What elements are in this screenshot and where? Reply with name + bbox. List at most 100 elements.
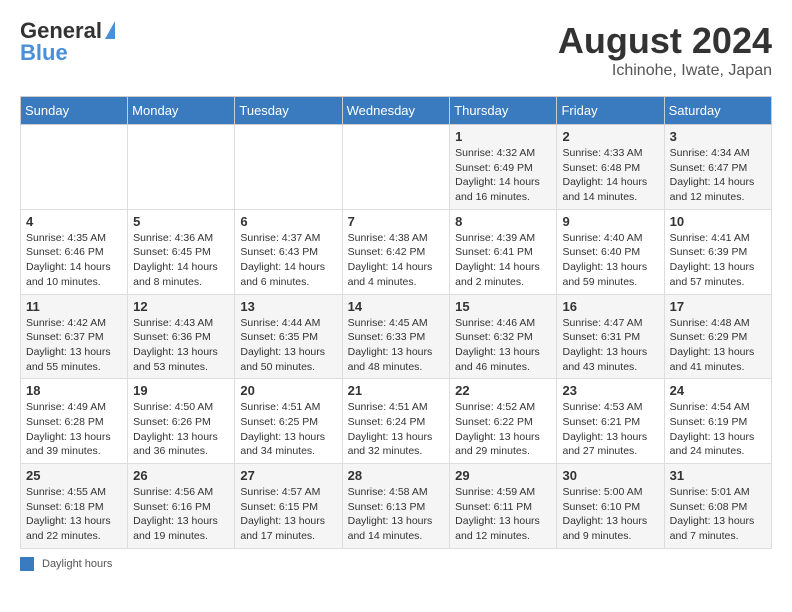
calendar-cell: 22 Sunrise: 4:52 AMSunset: 6:22 PMDayligh…	[450, 379, 557, 464]
logo: General Blue	[20, 20, 115, 66]
day-number: 22	[455, 383, 551, 398]
day-info: Sunrise: 4:59 AMSunset: 6:11 PMDaylight:…	[455, 485, 551, 544]
calendar-cell: 26 Sunrise: 4:56 AMSunset: 6:16 PMDayligh…	[128, 464, 235, 549]
day-info: Sunrise: 4:44 AMSunset: 6:35 PMDaylight:…	[240, 316, 336, 375]
calendar-cell: 2 Sunrise: 4:33 AMSunset: 6:48 PMDaylight…	[557, 125, 664, 210]
calendar-cell: 19Sunrise: 4:50 AMSunset: 6:26 PMDayligh…	[128, 379, 235, 464]
calendar-week-2: 4 Sunrise: 4:35 AMSunset: 6:46 PMDaylight…	[21, 209, 772, 294]
day-number: 24	[670, 383, 766, 398]
day-number: 3	[670, 129, 766, 144]
day-number: 23	[562, 383, 658, 398]
day-number: 4	[26, 214, 122, 229]
day-number: 27	[240, 468, 336, 483]
calendar-cell: 11Sunrise: 4:42 AMSunset: 6:37 PMDayligh…	[21, 294, 128, 379]
day-number: 12	[133, 299, 229, 314]
day-info: Sunrise: 4:45 AMSunset: 6:33 PMDaylight:…	[348, 316, 445, 375]
day-info: Sunrise: 4:35 AMSunset: 6:46 PMDaylight:…	[26, 231, 122, 290]
calendar-cell: 20 Sunrise: 4:51 AMSunset: 6:25 PMDayligh…	[235, 379, 342, 464]
day-info: Sunrise: 4:41 AMSunset: 6:39 PMDaylight:…	[670, 231, 766, 290]
calendar-cell: 15 Sunrise: 4:46 AMSunset: 6:32 PMDayligh…	[450, 294, 557, 379]
day-info: Sunrise: 4:56 AMSunset: 6:16 PMDaylight:…	[133, 485, 229, 544]
calendar-cell: 23Sunrise: 4:53 AMSunset: 6:21 PMDayligh…	[557, 379, 664, 464]
calendar-week-1: 1 Sunrise: 4:32 AMSunset: 6:49 PMDaylight…	[21, 125, 772, 210]
day-number: 28	[348, 468, 445, 483]
calendar-cell: 4 Sunrise: 4:35 AMSunset: 6:46 PMDaylight…	[21, 209, 128, 294]
calendar-cell	[342, 125, 450, 210]
weekday-header-tuesday: Tuesday	[235, 97, 342, 125]
logo-blue-text: Blue	[20, 40, 68, 66]
day-info: Sunrise: 4:52 AMSunset: 6:22 PMDaylight:…	[455, 400, 551, 459]
calendar-cell: 14 Sunrise: 4:45 AMSunset: 6:33 PMDayligh…	[342, 294, 450, 379]
weekday-header-wednesday: Wednesday	[342, 97, 450, 125]
weekday-header-saturday: Saturday	[664, 97, 771, 125]
weekday-header-thursday: Thursday	[450, 97, 557, 125]
logo-general-text: General	[20, 20, 102, 42]
calendar-cell: 5Sunrise: 4:36 AMSunset: 6:45 PMDaylight…	[128, 209, 235, 294]
day-info: Sunrise: 4:37 AMSunset: 6:43 PMDaylight:…	[240, 231, 336, 290]
day-info: Sunrise: 5:00 AMSunset: 6:10 PMDaylight:…	[562, 485, 658, 544]
calendar-cell: 27 Sunrise: 4:57 AMSunset: 6:15 PMDayligh…	[235, 464, 342, 549]
day-info: Sunrise: 4:51 AMSunset: 6:25 PMDaylight:…	[240, 400, 336, 459]
day-number: 15	[455, 299, 551, 314]
weekday-header-friday: Friday	[557, 97, 664, 125]
day-info: Sunrise: 4:48 AMSunset: 6:29 PMDaylight:…	[670, 316, 766, 375]
calendar-cell	[235, 125, 342, 210]
calendar-week-3: 11Sunrise: 4:42 AMSunset: 6:37 PMDayligh…	[21, 294, 772, 379]
day-number: 9	[562, 214, 658, 229]
day-info: Sunrise: 4:58 AMSunset: 6:13 PMDaylight:…	[348, 485, 445, 544]
day-number: 30	[562, 468, 658, 483]
day-info: Sunrise: 4:51 AMSunset: 6:24 PMDaylight:…	[348, 400, 445, 459]
day-info: Sunrise: 4:49 AMSunset: 6:28 PMDaylight:…	[26, 400, 122, 459]
day-number: 11	[26, 299, 122, 314]
day-info: Sunrise: 4:57 AMSunset: 6:15 PMDaylight:…	[240, 485, 336, 544]
calendar-cell: 8Sunrise: 4:39 AMSunset: 6:41 PMDaylight…	[450, 209, 557, 294]
day-number: 1	[455, 129, 551, 144]
day-info: Sunrise: 4:55 AMSunset: 6:18 PMDaylight:…	[26, 485, 122, 544]
page-subtitle: Ichinohe, Iwate, Japan	[558, 62, 772, 80]
day-number: 2	[562, 129, 658, 144]
day-number: 14	[348, 299, 445, 314]
day-info: Sunrise: 4:50 AMSunset: 6:26 PMDaylight:…	[133, 400, 229, 459]
calendar-cell: 25 Sunrise: 4:55 AMSunset: 6:18 PMDayligh…	[21, 464, 128, 549]
day-info: Sunrise: 4:40 AMSunset: 6:40 PMDaylight:…	[562, 231, 658, 290]
day-number: 18	[26, 383, 122, 398]
day-info: Sunrise: 4:33 AMSunset: 6:48 PMDaylight:…	[562, 146, 658, 205]
calendar-cell: 18 Sunrise: 4:49 AMSunset: 6:28 PMDayligh…	[21, 379, 128, 464]
calendar-cell: 1 Sunrise: 4:32 AMSunset: 6:49 PMDaylight…	[450, 125, 557, 210]
day-number: 25	[26, 468, 122, 483]
weekday-header-sunday: Sunday	[21, 97, 128, 125]
day-info: Sunrise: 4:43 AMSunset: 6:36 PMDaylight:…	[133, 316, 229, 375]
day-number: 5	[133, 214, 229, 229]
day-info: Sunrise: 4:46 AMSunset: 6:32 PMDaylight:…	[455, 316, 551, 375]
calendar-cell: 16Sunrise: 4:47 AMSunset: 6:31 PMDayligh…	[557, 294, 664, 379]
calendar-cell: 29Sunrise: 4:59 AMSunset: 6:11 PMDayligh…	[450, 464, 557, 549]
day-info: Sunrise: 4:54 AMSunset: 6:19 PMDaylight:…	[670, 400, 766, 459]
day-info: Sunrise: 4:32 AMSunset: 6:49 PMDaylight:…	[455, 146, 551, 205]
day-number: 26	[133, 468, 229, 483]
day-info: Sunrise: 4:39 AMSunset: 6:41 PMDaylight:…	[455, 231, 551, 290]
title-section: August 2024 Ichinohe, Iwate, Japan	[558, 20, 772, 80]
calendar-cell: 6 Sunrise: 4:37 AMSunset: 6:43 PMDaylight…	[235, 209, 342, 294]
day-number: 6	[240, 214, 336, 229]
weekday-header-monday: Monday	[128, 97, 235, 125]
calendar-cell: 12 Sunrise: 4:43 AMSunset: 6:36 PMDayligh…	[128, 294, 235, 379]
calendar-table: SundayMondayTuesdayWednesdayThursdayFrid…	[20, 96, 772, 549]
calendar-cell: 3 Sunrise: 4:34 AMSunset: 6:47 PMDaylight…	[664, 125, 771, 210]
calendar-cell: 9 Sunrise: 4:40 AMSunset: 6:40 PMDaylight…	[557, 209, 664, 294]
footer: Daylight hours	[20, 557, 772, 571]
day-info: Sunrise: 4:34 AMSunset: 6:47 PMDaylight:…	[670, 146, 766, 205]
calendar-cell: 21 Sunrise: 4:51 AMSunset: 6:24 PMDayligh…	[342, 379, 450, 464]
page-title: August 2024	[558, 20, 772, 62]
day-number: 21	[348, 383, 445, 398]
daylight-legend-box	[20, 557, 34, 571]
day-number: 20	[240, 383, 336, 398]
calendar-week-4: 18 Sunrise: 4:49 AMSunset: 6:28 PMDayligh…	[21, 379, 772, 464]
daylight-label: Daylight hours	[42, 558, 112, 570]
calendar-cell	[128, 125, 235, 210]
calendar-cell: 10Sunrise: 4:41 AMSunset: 6:39 PMDayligh…	[664, 209, 771, 294]
weekday-header-row: SundayMondayTuesdayWednesdayThursdayFrid…	[21, 97, 772, 125]
day-info: Sunrise: 5:01 AMSunset: 6:08 PMDaylight:…	[670, 485, 766, 544]
page-header: General Blue August 2024 Ichinohe, Iwate…	[20, 20, 772, 80]
calendar-cell: 28 Sunrise: 4:58 AMSunset: 6:13 PMDayligh…	[342, 464, 450, 549]
day-info: Sunrise: 4:38 AMSunset: 6:42 PMDaylight:…	[348, 231, 445, 290]
